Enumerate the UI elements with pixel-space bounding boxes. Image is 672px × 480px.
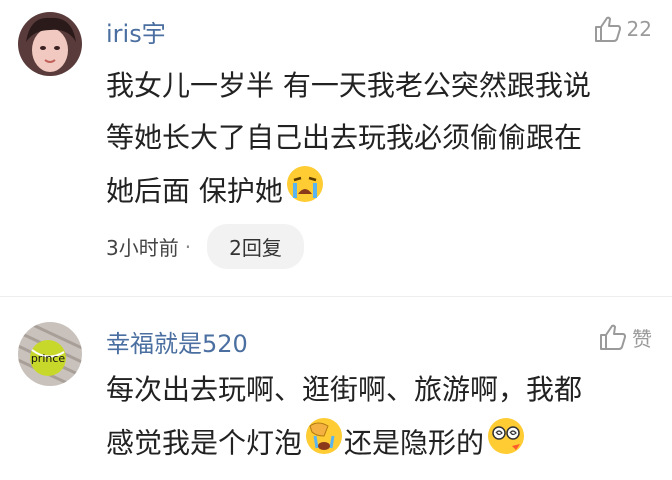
- thumbs-up-icon: [598, 322, 632, 352]
- comment-item: prince 幸福就是520 赞 每次出去玩啊、逛街啊、旅游啊，我都 感觉我是个…: [0, 0, 672, 480]
- like-label: 赞: [632, 326, 652, 351]
- dizzy-face-emoji: [486, 416, 526, 473]
- comment-text: 每次出去玩啊、逛街啊、旅游啊，我都 感觉我是个灯泡 还是隐形的: [106, 364, 656, 473]
- comment-line: 每次出去玩啊、逛街啊、旅游啊，我都: [106, 373, 583, 406]
- comment-line: 还是隐形的: [344, 426, 485, 460]
- comment-line: 感觉我是个灯泡: [106, 426, 303, 460]
- facepalm-emoji: [304, 416, 344, 473]
- username[interactable]: 幸福就是520: [106, 324, 248, 359]
- like-button[interactable]: 赞: [598, 322, 652, 352]
- svg-text:prince: prince: [31, 352, 66, 365]
- avatar[interactable]: prince: [18, 322, 82, 386]
